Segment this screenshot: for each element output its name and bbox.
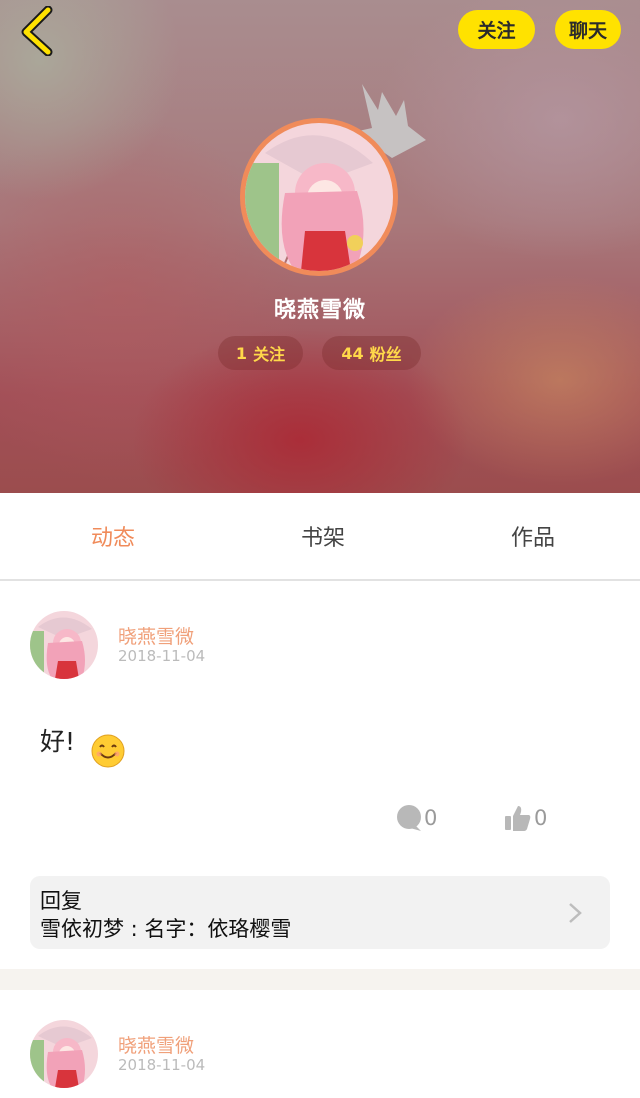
fans-label: 粉丝 xyxy=(369,345,402,364)
following-label: 关注 xyxy=(253,345,286,364)
reply-title: 回复 xyxy=(40,889,82,913)
post-author-avatar[interactable] xyxy=(30,1020,98,1088)
tab-works[interactable]: 作品 xyxy=(453,493,613,579)
chevron-right-icon xyxy=(569,903,582,923)
tab-bookshelf[interactable]: 书架 xyxy=(243,493,403,579)
like-button[interactable]: 0 xyxy=(504,804,547,832)
profile-username: 晓燕雪微 xyxy=(273,298,366,323)
fans-count: 44 xyxy=(341,343,364,363)
post-author-name[interactable]: 晓燕雪微 xyxy=(118,622,194,649)
profile-header: 关注 聊天 晓燕雪微 1 关注 44 粉丝 xyxy=(0,0,640,493)
post-content: 好! xyxy=(40,712,125,768)
comment-count: 0 xyxy=(424,806,438,830)
reply-preview[interactable]: 回复 雪依初梦 : 名字：依珞樱雪 xyxy=(30,876,610,949)
post-date: 2018-11-04 xyxy=(118,1056,206,1074)
chevron-left-icon xyxy=(21,5,53,57)
post-divider xyxy=(0,969,640,990)
profile-avatar[interactable] xyxy=(245,123,393,271)
tab-activity[interactable]: 动态 xyxy=(33,493,193,579)
smile-emoji-icon xyxy=(91,734,125,768)
chat-button[interactable]: 聊天 xyxy=(555,10,621,49)
post-author-avatar[interactable] xyxy=(30,611,98,679)
post-date: 2018-11-04 xyxy=(118,647,206,665)
follow-button[interactable]: 关注 xyxy=(458,10,535,49)
like-count: 0 xyxy=(534,806,548,830)
comment-icon xyxy=(397,805,421,831)
post-text: 好! xyxy=(40,727,76,756)
fans-stat[interactable]: 44 粉丝 xyxy=(322,336,421,370)
comment-button[interactable]: 0 xyxy=(396,804,437,832)
following-count: 1 xyxy=(235,343,248,363)
following-stat[interactable]: 1 关注 xyxy=(218,336,303,370)
thumbs-up-icon xyxy=(505,806,531,831)
back-button[interactable] xyxy=(18,5,62,57)
post-author-name[interactable]: 晓燕雪微 xyxy=(118,1031,194,1058)
profile-tabs: 动态 书架 作品 xyxy=(0,493,640,581)
reply-text: 雪依初梦 : 名字：依珞樱雪 xyxy=(40,917,292,941)
